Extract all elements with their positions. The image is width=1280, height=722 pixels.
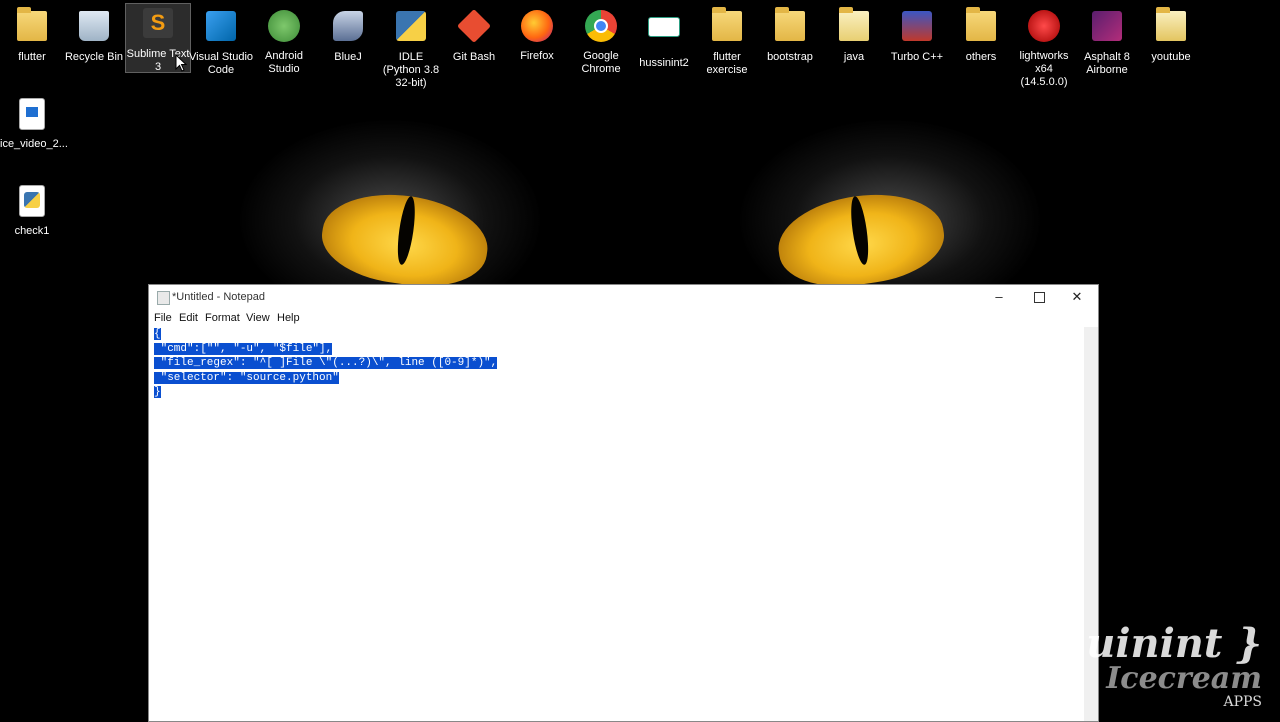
desktop-icon-flutter-exercise[interactable]: flutter exercise bbox=[695, 7, 759, 77]
minimize-icon: – bbox=[995, 289, 1003, 304]
window-title: *Untitled - Notepad bbox=[172, 291, 265, 303]
video-file-icon bbox=[14, 98, 50, 134]
mouse-cursor-icon bbox=[175, 54, 187, 72]
desktop-icon-lightworks[interactable]: lightworks x64 (14.5.0.0) bbox=[1012, 8, 1076, 89]
menu-view[interactable]: View bbox=[246, 312, 270, 324]
maximize-icon bbox=[1033, 292, 1045, 304]
desktop-icon-others[interactable]: others bbox=[949, 7, 1013, 64]
editor-line: { bbox=[154, 328, 161, 340]
desktop-icon-git-bash[interactable]: Git Bash bbox=[442, 8, 506, 64]
menu-edit[interactable]: Edit bbox=[179, 312, 198, 324]
folder-icon bbox=[709, 7, 745, 47]
vscode-icon bbox=[203, 11, 239, 47]
desktop-icon-android-studio[interactable]: Android Studio bbox=[252, 8, 316, 76]
text-editor[interactable]: { "cmd":["", "-u", "$file"], "file_regex… bbox=[149, 327, 1084, 721]
desktop-icon-turbo-cpp[interactable]: Turbo C++ bbox=[885, 8, 949, 64]
python-file-icon bbox=[14, 185, 50, 221]
editor-line: "cmd":["", "-u", "$file"], bbox=[154, 342, 333, 355]
minimize-button[interactable]: – bbox=[980, 285, 1018, 309]
editor-line: "file_regex": "^[ ]File \"(...?)\", line… bbox=[154, 357, 498, 370]
desktop-icon-firefox[interactable]: Firefox bbox=[505, 8, 569, 63]
editor-line: "selector": "source.python" bbox=[154, 371, 339, 384]
asphalt-icon bbox=[1089, 11, 1125, 47]
close-button[interactable]: ✕ bbox=[1058, 285, 1096, 309]
git-bash-icon bbox=[456, 9, 492, 47]
desktop-icon-bootstrap[interactable]: bootstrap bbox=[758, 7, 822, 64]
menu-file[interactable]: File bbox=[154, 312, 172, 324]
desktop-icon-asphalt[interactable]: Asphalt 8 Airborne bbox=[1075, 8, 1139, 77]
close-icon: ✕ bbox=[1071, 289, 1083, 304]
notepad-window[interactable]: *Untitled - Notepad – ✕ File Edit Format… bbox=[148, 284, 1099, 722]
hussinint-icon bbox=[646, 17, 682, 53]
notepad-app-icon bbox=[157, 291, 170, 305]
chrome-icon bbox=[583, 10, 619, 46]
desktop-icon-java[interactable]: java bbox=[822, 7, 886, 64]
desktop-icon-check1[interactable]: check1 bbox=[0, 182, 64, 238]
menu-bar: File Edit Format View Help bbox=[149, 309, 1098, 327]
android-studio-icon bbox=[266, 10, 302, 46]
folder-icon bbox=[836, 7, 872, 47]
python-idle-icon bbox=[393, 11, 429, 47]
notepad-titlebar[interactable]: *Untitled - Notepad – ✕ bbox=[149, 285, 1098, 309]
folder-icon bbox=[772, 7, 808, 47]
editor-line: } bbox=[154, 386, 161, 399]
desktop-icon-ice-video[interactable]: ice_video_2... bbox=[0, 95, 68, 151]
firefox-icon bbox=[519, 10, 555, 46]
desktop-icon-chrome[interactable]: Google Chrome bbox=[569, 8, 633, 76]
desktop-icon-youtube[interactable]: youtube bbox=[1139, 7, 1203, 64]
recycle-bin-icon bbox=[76, 11, 112, 47]
turbo-cpp-icon bbox=[899, 11, 935, 47]
lightworks-icon bbox=[1026, 10, 1062, 46]
folder-icon bbox=[14, 7, 50, 47]
bluej-icon bbox=[330, 11, 366, 47]
desktop-icon-flutter[interactable]: flutter bbox=[0, 7, 64, 64]
menu-format[interactable]: Format bbox=[205, 312, 240, 324]
folder-icon bbox=[963, 7, 999, 47]
watermark: uinint } Icecream APPS bbox=[1086, 620, 1262, 711]
desktop-icon-recycle-bin[interactable]: Recycle Bin bbox=[62, 8, 126, 64]
desktop-icon-bluej[interactable]: BlueJ bbox=[316, 8, 380, 64]
maximize-button[interactable] bbox=[1020, 285, 1058, 309]
desktop-icon-hussinint2[interactable]: hussinint2 bbox=[632, 8, 696, 70]
menu-help[interactable]: Help bbox=[277, 312, 300, 324]
folder-icon bbox=[1153, 7, 1189, 47]
desktop-icon-vscode[interactable]: Visual Studio Code bbox=[189, 8, 253, 77]
desktop-icon-python-idle[interactable]: IDLE (Python 3.8 32-bit) bbox=[379, 8, 443, 90]
sublime-text-icon: S bbox=[140, 8, 176, 44]
